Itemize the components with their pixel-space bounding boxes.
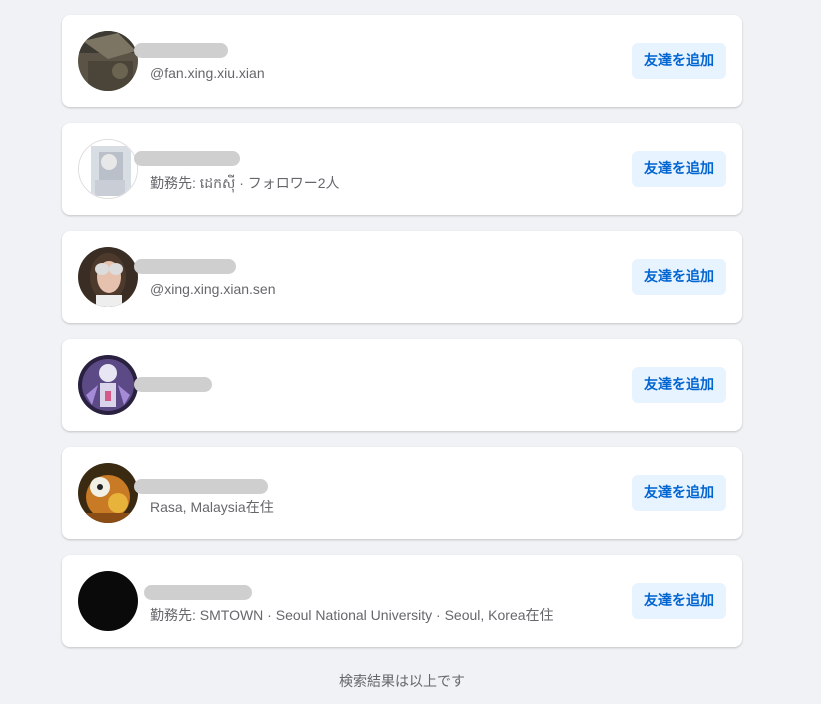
avatar[interactable] <box>78 571 138 631</box>
add-friend-button[interactable]: 友達を追加 <box>632 583 726 619</box>
result-subtitle: 勤務先: SMTOWN · Seoul National University … <box>150 607 554 623</box>
avatar-photo-icon <box>79 140 137 198</box>
avatar[interactable] <box>78 31 138 91</box>
avatar-photo-icon <box>78 355 138 415</box>
add-friend-button[interactable]: 友達を追加 <box>632 475 726 511</box>
search-result-card[interactable]: Rasa, Malaysia在住 友達を追加 <box>62 447 742 539</box>
redacted-name[interactable] <box>134 43 228 58</box>
avatar-photo-icon <box>78 571 138 631</box>
search-result-card[interactable]: 勤務先: ដេកស៊ី · フォロワー2人 友達を追加 <box>62 123 742 215</box>
avatar-photo-icon <box>78 463 138 523</box>
redacted-name[interactable] <box>144 585 252 600</box>
redacted-name[interactable] <box>134 259 236 274</box>
result-subtitle: Rasa, Malaysia在住 <box>150 499 274 515</box>
add-friend-button[interactable]: 友達を追加 <box>632 151 726 187</box>
search-results-list: @fan.xing.xiu.xian 友達を追加 勤務先: ដេកស៊ី · フ… <box>62 15 742 663</box>
redacted-name[interactable] <box>134 377 212 392</box>
avatar[interactable] <box>78 355 138 415</box>
search-result-card[interactable]: @xing.xing.xian.sen 友達を追加 <box>62 231 742 323</box>
end-of-results-text: 検索結果は以上です <box>339 674 465 690</box>
result-subtitle: @fan.xing.xiu.xian <box>150 65 265 81</box>
avatar-photo-icon <box>78 247 138 307</box>
result-subtitle: 勤務先: ដេកស៊ី · フォロワー2人 <box>150 175 340 191</box>
search-result-card[interactable]: @fan.xing.xiu.xian 友達を追加 <box>62 15 742 107</box>
result-subtitle: @xing.xing.xian.sen <box>150 281 276 297</box>
avatar[interactable] <box>78 463 138 523</box>
avatar[interactable] <box>78 247 138 307</box>
avatar[interactable] <box>78 139 138 199</box>
search-result-card[interactable]: 友達を追加 <box>62 339 742 431</box>
add-friend-button[interactable]: 友達を追加 <box>632 367 726 403</box>
search-result-card[interactable]: 勤務先: SMTOWN · Seoul National University … <box>62 555 742 647</box>
avatar-photo-icon <box>78 31 138 91</box>
add-friend-button[interactable]: 友達を追加 <box>632 43 726 79</box>
redacted-name[interactable] <box>134 479 268 494</box>
redacted-name[interactable] <box>134 151 240 166</box>
add-friend-button[interactable]: 友達を追加 <box>632 259 726 295</box>
